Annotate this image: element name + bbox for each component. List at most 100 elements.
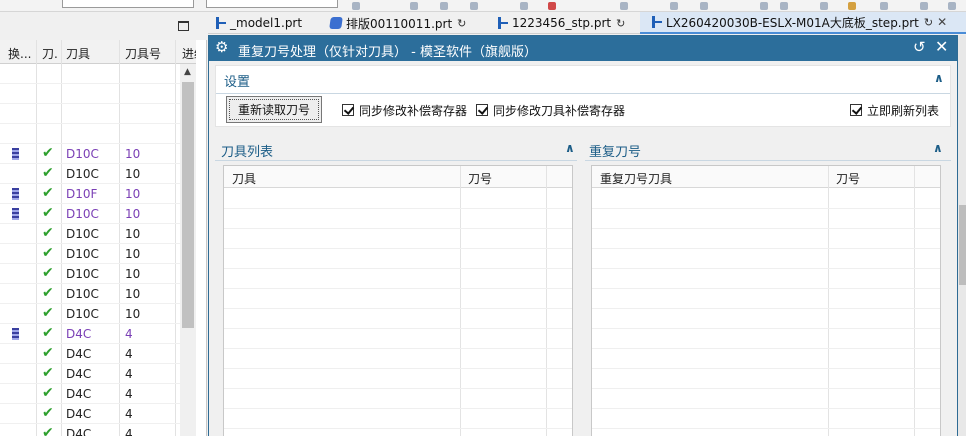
checkbox-checked[interactable]: [476, 104, 488, 116]
toolbar-icon[interactable]: [948, 2, 956, 10]
column-tool-number[interactable]: 刀号: [836, 170, 860, 187]
tab-label: 1223456_stp.prt: [512, 16, 612, 30]
scrollbar-thumb[interactable]: [182, 82, 194, 328]
navigator-row[interactable]: ✔ D10F 10: [0, 184, 180, 204]
refresh-icon[interactable]: ↻: [457, 17, 466, 30]
duplicate-table[interactable]: 重复刀号刀具 刀号: [591, 165, 941, 436]
refresh-list-checkbox[interactable]: 立即刷新列表: [850, 102, 939, 118]
tool-change-icon: [12, 208, 19, 220]
row-tool: D10C: [66, 267, 99, 281]
collapse-duplicate-icon[interactable]: ∧: [933, 141, 943, 155]
check-icon: ✔: [42, 265, 54, 281]
row-tool-number: 10: [125, 187, 141, 201]
column-tool-number[interactable]: 刀号: [468, 170, 492, 187]
reset-icon[interactable]: ↺: [913, 38, 926, 56]
operation-navigator: 换... 刀. 刀具 刀具号 进给 ✔D10C10✔D10C10✔D10F10✔…: [0, 12, 207, 436]
navigator-column-header: 换... 刀. 刀具 刀具号 进给: [0, 40, 196, 64]
toolbar-icon[interactable]: [760, 2, 768, 10]
row-tool-number: 4: [125, 367, 133, 381]
table-header: 重复刀号刀具 刀号: [592, 166, 940, 188]
close-icon[interactable]: ✕: [937, 15, 947, 29]
tab-1223456[interactable]: 1223456_stp.prt ↻: [496, 12, 625, 34]
toolbar-icon[interactable]: [620, 2, 628, 10]
toolbar-icon[interactable]: [848, 2, 856, 10]
row-line: [592, 328, 940, 329]
toolbar-combo[interactable]: [62, 0, 194, 8]
duplicate-tool-number-dialog: ⚙ 重复刀号处理（仅针对刀具） - 模圣软件（旗舰版） ↺ ✕ 设置 ∧ 重新读…: [208, 35, 958, 436]
navigator-row[interactable]: ✔ D10C 10: [0, 144, 180, 164]
check-icon: ✔: [42, 285, 54, 301]
navigator-row[interactable]: ✔ D4C 4: [0, 404, 180, 424]
navigator-row[interactable]: [0, 104, 180, 124]
column-tool[interactable]: 刀具: [66, 45, 90, 62]
row-tool-number: 10: [125, 167, 141, 181]
toolbar-icon[interactable]: [700, 2, 708, 10]
row-line: [224, 348, 572, 349]
column-duplicate-tool[interactable]: 重复刀号刀具: [600, 170, 672, 187]
refresh-icon[interactable]: ↻: [924, 16, 933, 29]
column-tool-change[interactable]: 换...: [8, 45, 31, 62]
toolbar-icon[interactable]: [548, 2, 556, 10]
row-line: [592, 388, 940, 389]
toolbar-icon[interactable]: [352, 2, 360, 10]
refresh-icon[interactable]: ↻: [616, 17, 625, 30]
close-icon[interactable]: ✕: [935, 37, 948, 56]
navigator-row[interactable]: ✔ D4C 4: [0, 424, 180, 436]
scrollbar-thumb[interactable]: [959, 205, 966, 285]
navigator-row[interactable]: [0, 64, 180, 84]
sync-comp-register-checkbox[interactable]: 同步修改补偿寄存器: [342, 102, 467, 118]
navigator-row[interactable]: [0, 124, 180, 144]
navigator-row[interactable]: ✔ D4C 4: [0, 344, 180, 364]
navigator-row[interactable]: ✔ D10C 10: [0, 244, 180, 264]
navigator-row[interactable]: ✔ D10C 10: [0, 164, 180, 184]
scroll-up-icon[interactable]: ▲: [184, 67, 191, 77]
navigator-row[interactable]: [0, 84, 180, 104]
dialog-body: 设置 ∧ 重新读取刀号 同步修改补偿寄存器 同步修改刀具补偿寄存器 立即刷新列表: [209, 61, 957, 436]
tab-lx260420030b[interactable]: LX260420030B-ESLX-M01A大底板_step.prt ↻ ✕: [640, 12, 966, 34]
part-icon: [214, 17, 226, 29]
row-tool: D4C: [66, 427, 92, 436]
checkbox-checked[interactable]: [342, 104, 354, 116]
column-divider: [546, 166, 547, 436]
navigator-row[interactable]: ✔ D10C 10: [0, 264, 180, 284]
navigator-row[interactable]: ✔ D10C 10: [0, 204, 180, 224]
navigator-scrollbar[interactable]: ▲: [180, 64, 196, 436]
column-tool-status[interactable]: 刀.: [42, 45, 58, 62]
toolbar-icon[interactable]: [520, 2, 528, 10]
toolbar-icon[interactable]: [820, 2, 828, 10]
tool-list-table[interactable]: 刀具 刀号: [223, 165, 573, 436]
collapse-tool-list-icon[interactable]: ∧: [565, 141, 575, 155]
row-tool: D10C: [66, 147, 99, 161]
toolbar-icon[interactable]: [470, 2, 478, 10]
navigator-row[interactable]: ✔ D4C 4: [0, 384, 180, 404]
navigator-row[interactable]: ✔ D10C 10: [0, 304, 180, 324]
toolbar-search-combo[interactable]: [206, 0, 338, 8]
collapse-settings-icon[interactable]: ∧: [934, 71, 944, 85]
check-icon: ✔: [42, 185, 54, 201]
tab-label: LX260420030B-ESLX-M01A大底板_step.prt: [666, 15, 919, 30]
toolbar-icon[interactable]: [780, 2, 788, 10]
check-icon: ✔: [42, 225, 54, 241]
navigator-row[interactable]: ✔ D4C 4: [0, 324, 180, 344]
tab-paiban[interactable]: 排版00110011.prt ↻: [329, 12, 466, 34]
reread-tool-number-button[interactable]: 重新读取刀号: [226, 96, 322, 123]
navigator-row[interactable]: ✔ D4C 4: [0, 364, 180, 384]
column-divider: [460, 166, 461, 436]
check-icon: ✔: [42, 145, 54, 161]
sync-tool-comp-register-checkbox[interactable]: 同步修改刀具补偿寄存器: [476, 102, 625, 118]
toolbar-icon[interactable]: [670, 2, 678, 10]
column-tool-number[interactable]: 刀具号: [125, 45, 161, 62]
tab-model1[interactable]: _model1.prt: [214, 12, 302, 34]
check-icon: ✔: [42, 205, 54, 221]
column-tool[interactable]: 刀具: [232, 170, 256, 187]
row-line: [224, 308, 572, 309]
toolbar-icon[interactable]: [880, 2, 888, 10]
maximize-icon[interactable]: [178, 21, 189, 31]
toolbar-icon[interactable]: [920, 2, 928, 10]
toolbar-icon[interactable]: [440, 2, 448, 10]
navigator-row[interactable]: ✔ D10C 10: [0, 284, 180, 304]
checkbox-checked[interactable]: [850, 104, 862, 116]
navigator-row[interactable]: ✔ D10C 10: [0, 224, 180, 244]
toolbar-icon[interactable]: [410, 2, 418, 10]
column-feed[interactable]: 进给: [182, 45, 196, 62]
